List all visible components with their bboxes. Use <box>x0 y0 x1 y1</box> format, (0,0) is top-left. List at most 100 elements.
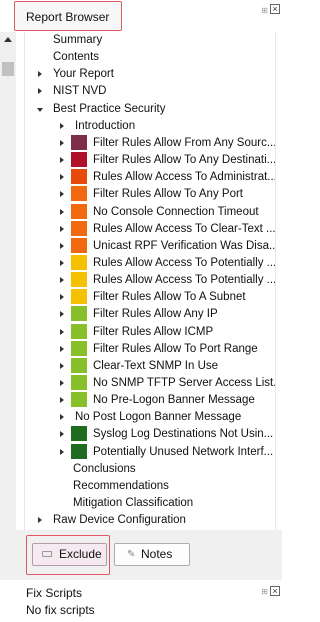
chevron-right-icon[interactable] <box>38 517 42 524</box>
tree-item-label: Filter Rules Allow ICMP <box>93 325 214 338</box>
chevron-right-icon[interactable] <box>60 139 64 146</box>
tree-item-label: Rules Allow Access To Potentially ... <box>93 274 275 287</box>
pin-icon[interactable]: ⊞ <box>261 6 268 15</box>
tree-item[interactable]: Raw Device Configuration <box>25 512 275 529</box>
tree-item[interactable]: Potentially Unused Network Interf... <box>25 443 275 461</box>
tree-scrollbar[interactable] <box>0 32 16 530</box>
tree-item-label: Rules Allow Access To Clear-Text ... <box>93 222 275 235</box>
tree-item-label: Rules Allow Access To Administrat... <box>93 171 275 184</box>
tree-item[interactable]: Filter Rules Allow To Port Range <box>25 340 275 358</box>
tree-item-label: Introduction <box>75 119 136 132</box>
fix-scripts-title: Fix Scripts <box>26 586 83 600</box>
action-bar: Exclude ✎ Notes <box>0 530 282 580</box>
severity-swatch <box>71 289 87 305</box>
chevron-right-icon[interactable] <box>60 277 64 284</box>
tree-item[interactable]: Conclusions <box>25 461 275 478</box>
chevron-right-icon[interactable] <box>60 328 64 335</box>
tree-item[interactable]: No Post Logon Banner Message <box>25 409 275 426</box>
chevron-right-icon[interactable] <box>60 191 64 198</box>
tree-item[interactable]: Summary <box>25 32 275 49</box>
tree-item-label: Filter Rules Allow To Port Range <box>93 342 258 355</box>
severity-swatch <box>71 426 87 442</box>
close-icon[interactable]: × <box>270 586 280 596</box>
chevron-right-icon[interactable] <box>38 71 42 78</box>
chevron-right-icon[interactable] <box>60 242 64 249</box>
chevron-right-icon[interactable] <box>60 311 64 318</box>
chevron-right-icon[interactable] <box>60 362 64 369</box>
tree-item[interactable]: Filter Rules Allow To Any Destinati... <box>25 152 275 169</box>
notes-button[interactable]: ✎ Notes <box>114 543 190 566</box>
chevron-right-icon[interactable] <box>60 431 64 438</box>
chevron-right-icon[interactable] <box>60 380 64 386</box>
chevron-right-icon[interactable] <box>60 157 64 164</box>
tree-item[interactable]: Rules Allow Access To Administrat... <box>25 169 275 186</box>
tree-item-label: Best Practice Security <box>53 102 166 115</box>
tree-item-label: Filter Rules Allow To Any Destinati... <box>93 154 275 167</box>
tree-item-label: Recommendations <box>73 479 169 492</box>
scroll-thumb[interactable] <box>2 62 14 76</box>
severity-swatch <box>71 375 87 390</box>
severity-swatch <box>71 169 87 185</box>
chevron-right-icon[interactable] <box>60 225 64 232</box>
tree-item-label: No Post Logon Banner Message <box>75 411 242 424</box>
tree-item-label: Raw Device Configuration <box>53 514 186 527</box>
chevron-right-icon[interactable] <box>60 122 64 129</box>
severity-swatch <box>71 323 87 339</box>
chevron-right-icon[interactable] <box>60 397 64 404</box>
tree-item[interactable]: Introduction <box>25 118 275 135</box>
severity-swatch <box>71 203 87 219</box>
report-browser-tab[interactable]: Report Browser <box>14 1 122 31</box>
chevron-right-icon[interactable] <box>60 414 64 421</box>
fix-scripts-header: Fix Scripts ⊞ × <box>0 584 282 602</box>
chevron-right-icon[interactable] <box>60 208 64 215</box>
tree-item[interactable]: Filter Rules Allow Any IP <box>25 306 275 323</box>
chevron-right-icon[interactable] <box>60 294 64 301</box>
tree-item[interactable]: Your Report <box>25 66 275 83</box>
tree-item[interactable]: Mitigation Classification <box>25 495 275 512</box>
tree-item-label: Filter Rules Allow To Any Port <box>93 188 243 201</box>
tree-item-label: Clear-Text SNMP In Use <box>93 359 219 372</box>
exclude-button[interactable]: Exclude <box>32 543 107 566</box>
tree-item-label: Contents <box>53 51 100 64</box>
tree-item[interactable]: Filter Rules Allow ICMP <box>25 323 275 341</box>
chevron-down-icon[interactable] <box>37 107 43 112</box>
close-icon[interactable]: × <box>270 4 280 14</box>
exclude-icon <box>42 551 52 557</box>
severity-swatch <box>71 254 87 270</box>
tree-item-label: No Console Connection Timeout <box>93 205 259 218</box>
tree-item[interactable]: Rules Allow Access To Clear-Text ... <box>25 220 275 238</box>
tree-item[interactable]: No SNMP TFTP Server Access List... <box>25 375 275 392</box>
tree-item-label: Filter Rules Allow Any IP <box>93 308 218 321</box>
tree-item[interactable]: No Console Connection Timeout <box>25 203 275 221</box>
report-tree[interactable]: Summary Contents Your Report NIST NVD Best P… <box>24 32 276 530</box>
tree-item[interactable]: Rules Allow Access To Potentially ... <box>25 272 275 289</box>
chevron-right-icon[interactable] <box>60 174 64 181</box>
tree-item[interactable]: Contents <box>25 49 275 66</box>
scroll-up-arrow-icon[interactable] <box>4 37 12 42</box>
tree-item[interactable]: Rules Allow Access To Potentially ... <box>25 254 275 272</box>
tree-item[interactable]: NIST NVD <box>25 83 275 100</box>
tree-item[interactable]: Syslog Log Destinations Not Usin... <box>25 426 275 443</box>
chevron-right-icon[interactable] <box>60 448 64 455</box>
tree-item[interactable]: Recommendations <box>25 478 275 495</box>
tree-item[interactable]: No Pre-Logon Banner Message <box>25 392 275 409</box>
tree-item[interactable]: Best Practice Security <box>25 101 275 118</box>
chevron-right-icon[interactable] <box>38 88 42 95</box>
chevron-right-icon[interactable] <box>60 259 64 266</box>
tree-item[interactable]: Filter Rules Allow From Any Sourc... <box>25 134 275 152</box>
tree-item-label: Syslog Log Destinations Not Usin... <box>93 428 274 441</box>
tree-item[interactable]: Filter Rules Allow To A Subnet <box>25 289 275 306</box>
tree-item[interactable]: Filter Rules Allow To Any Port <box>25 186 275 203</box>
tree-item[interactable]: Clear-Text SNMP In Use <box>25 357 275 375</box>
tree-item-label: Rules Allow Access To Potentially ... <box>93 256 275 269</box>
severity-swatch <box>71 357 87 373</box>
severity-swatch <box>71 237 87 253</box>
severity-swatch <box>71 306 87 322</box>
tree-item-label: Filter Rules Allow From Any Sourc... <box>93 136 275 149</box>
pin-icon[interactable]: ⊞ <box>261 587 268 596</box>
severity-swatch <box>71 220 87 236</box>
exclude-label: Exclude <box>59 547 102 561</box>
tree-item-label: Mitigation Classification <box>73 497 194 510</box>
tree-item[interactable]: Unicast RPF Verification Was Disa... <box>25 237 275 255</box>
chevron-right-icon[interactable] <box>60 345 64 352</box>
